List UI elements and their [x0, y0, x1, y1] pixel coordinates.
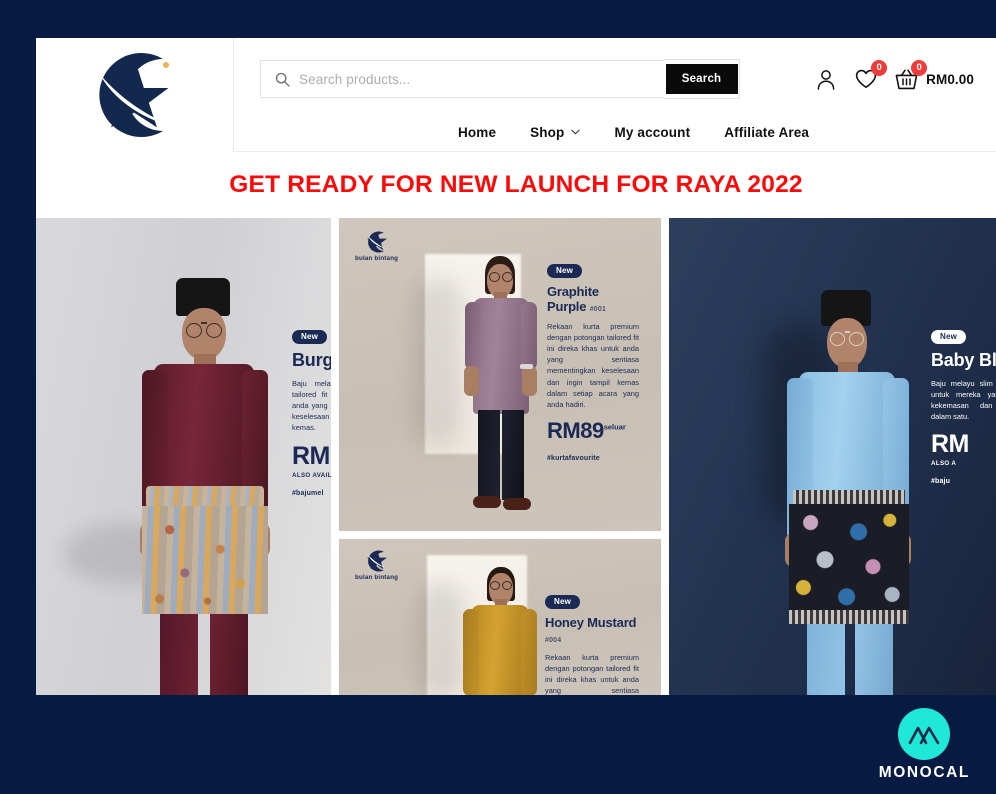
wishlist-count-badge: 0 [871, 60, 888, 76]
hashtag: #bajumel [292, 489, 324, 497]
product-description: Rekaan kurta premium dengan potongan tai… [545, 653, 639, 695]
product-price: RM [292, 441, 330, 470]
account-icon-button[interactable] [813, 64, 839, 94]
nav-label-affiliate-area: Affiliate Area [724, 124, 810, 140]
product-gallery: New Burgundy Baju melayu dengan potongan… [36, 218, 996, 695]
search-box[interactable] [260, 60, 664, 98]
burgundy-baju-melayu-poster[interactable]: New Burgundy Baju melayu dengan potongan… [36, 218, 331, 695]
monocal-watermark: MONOCAL [879, 708, 970, 782]
poster-text-right: New Baby Blue Baju melayu slim fit ini d… [931, 326, 996, 485]
nav-item-affiliate-area[interactable]: Affiliate Area [724, 125, 829, 140]
nav-item-home[interactable]: Home [458, 125, 516, 140]
poster-text-mid-bottom: New Honey Mustard #004 Rekaan kurta prem… [545, 591, 639, 695]
chevron-down-icon [571, 129, 581, 135]
header-right: Search 0 [234, 38, 996, 152]
wishlist-button[interactable]: 0 [853, 60, 888, 94]
site-header: Search 0 [36, 38, 996, 152]
nav-item-shop[interactable]: Shop [530, 125, 600, 140]
header-divider [234, 151, 996, 152]
honey-mustard-kurta-poster[interactable]: bulan bintang New Honey Mustard #004 Rek… [339, 539, 661, 695]
product-description: Rekaan kurta premium dengan potongan tai… [547, 322, 639, 409]
product-price-text: RM89 [547, 417, 604, 443]
search-input[interactable] [299, 61, 664, 97]
cart-button[interactable]: 0 [893, 60, 928, 94]
cart-count-badge: 0 [911, 60, 928, 76]
monocal-logo-circle [898, 708, 951, 760]
poster-text-mid-top: New Graphite Purple #001 Rekaan kurta pr… [547, 260, 639, 462]
product-code: #004 [545, 637, 562, 644]
page-title: GET READY FOR NEW LAUNCH FOR RAYA 2022 [229, 171, 803, 198]
baby-blue-baju-melayu-poster[interactable]: New Baby Blue Baju melayu slim fit ini d… [669, 218, 996, 695]
search-button-wrap: Search [664, 59, 740, 99]
website-content: Search 0 [36, 38, 996, 695]
brand-wordmark: bulan bintang [355, 255, 399, 262]
nav-label-shop: Shop [530, 124, 565, 140]
gallery-column-middle: bulan bintang New Graphite Purple #001 R… [339, 218, 661, 695]
monocal-mountain-logo [909, 726, 940, 745]
star-crescent-icon [366, 550, 387, 572]
star-crescent-icon [366, 231, 387, 253]
new-badge: New [292, 330, 328, 344]
gallery-column-left: New Burgundy Baju melayu dengan potongan… [36, 218, 331, 695]
product-price: RM [931, 430, 969, 459]
main-navigation: Home Shop My account Affiliate Area [458, 112, 829, 152]
new-badge: New [545, 595, 581, 609]
availability-note: ALSO AVAIL. [292, 471, 331, 479]
product-price: RM89seluar [547, 418, 639, 444]
nav-label-my-account: My account [614, 124, 691, 140]
graphite-purple-kurta-poster[interactable]: bulan bintang New Graphite Purple #001 R… [339, 218, 661, 531]
promo-headline-bar: GET READY FOR NEW LAUNCH FOR RAYA 2022 [36, 152, 996, 218]
new-badge: New [931, 330, 967, 344]
search-button[interactable]: Search [665, 64, 738, 94]
cart-total: RM0.00 [926, 71, 974, 87]
bulan-bintang-brand-logo: bulan bintang [355, 549, 398, 581]
hashtag: #kurtafavourite [547, 454, 600, 462]
site-logo[interactable] [36, 38, 234, 152]
cart-group[interactable]: 0 RM0.00 [893, 60, 974, 94]
brand-wordmark: bulan bintang [355, 574, 399, 581]
hashtag: #baju [931, 478, 951, 486]
product-title-text: Honey Mustard [545, 615, 637, 630]
poster-text-left: New Burgundy Baju melayu dengan potongan… [292, 326, 331, 497]
bulan-bintang-star-crescent-logo [98, 53, 175, 137]
nav-label-home: Home [458, 124, 497, 140]
product-description: Baju melayu dengan potongan tailored fit… [292, 379, 331, 433]
user-icon [817, 69, 835, 90]
screenshot-root: Search 0 [0, 0, 996, 794]
bulan-bintang-brand-logo: bulan bintang [355, 230, 398, 262]
gallery-column-right: New Baby Blue Baju melayu slim fit ini d… [669, 218, 996, 695]
product-code: #001 [589, 306, 607, 313]
product-title: Burgundy [292, 350, 331, 370]
product-title: Graphite Purple #001 [547, 284, 639, 314]
search-icon [275, 72, 290, 87]
product-description: Baju melayu slim fit ini direka untuk me… [931, 379, 996, 422]
product-title: Baby Blue [931, 350, 996, 370]
new-badge: New [547, 264, 583, 278]
product-price-note: seluar [603, 422, 626, 432]
header-icon-group: 0 0 RM0.00 [813, 60, 974, 94]
monocal-label: MONOCAL [878, 764, 970, 781]
nav-item-my-account[interactable]: My account [614, 125, 710, 140]
availability-note: ALSO A [931, 460, 957, 468]
product-title: Honey Mustard #004 [545, 615, 639, 645]
